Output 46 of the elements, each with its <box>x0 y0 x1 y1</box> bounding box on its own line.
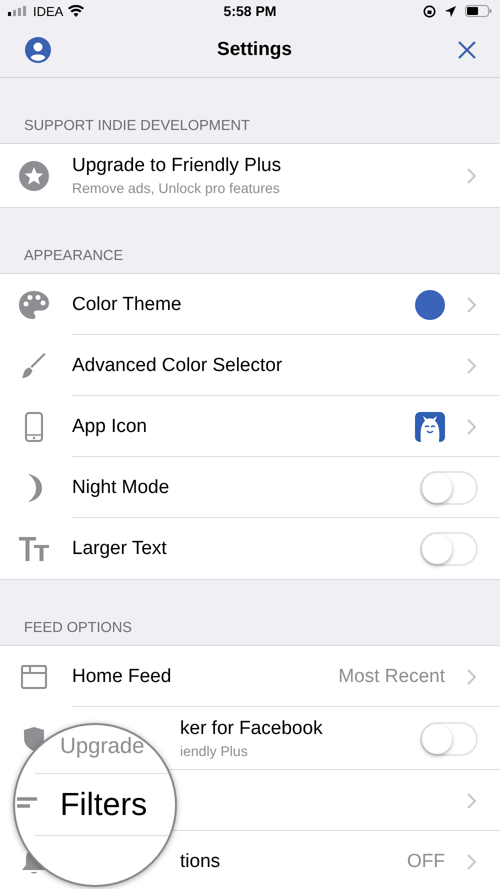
section-header: FEED OPTIONS <box>24 620 132 636</box>
row-title[interactable]: Color Theme <box>72 294 182 316</box>
row-title[interactable]: Night Mode <box>72 476 170 498</box>
battery-icon <box>464 5 492 17</box>
chevron-icon <box>467 418 476 434</box>
chevron-icon <box>467 668 476 684</box>
section-header: APPEARANCE <box>24 248 124 264</box>
app-icon <box>415 412 445 442</box>
rotation-lock-icon <box>422 4 436 18</box>
magnified-text: Filters <box>60 786 148 823</box>
row-title[interactable]: Larger Text <box>72 538 167 560</box>
chevron-icon <box>467 296 476 312</box>
row-title[interactable]: ker for Facebook <box>180 718 323 740</box>
palette-icon <box>19 290 49 318</box>
chevron-icon <box>467 358 476 374</box>
location-icon <box>444 6 456 16</box>
brush-icon <box>21 352 47 378</box>
row-title[interactable]: App Icon <box>72 416 147 438</box>
row-title[interactable]: Home Feed <box>72 666 172 688</box>
row-title[interactable]: Upgrade to Friendly Plus <box>72 155 282 177</box>
row-subtitle: iendly Plus <box>180 743 248 759</box>
browser-window-icon <box>21 664 47 688</box>
section-header: SUPPORT INDIE DEVELOPMENT <box>24 118 250 134</box>
phone-icon <box>25 412 43 442</box>
wifi-icon <box>68 5 84 17</box>
chevron-icon <box>467 792 476 808</box>
toggle-switch[interactable] <box>420 722 478 756</box>
row-title[interactable]: tions <box>180 850 220 872</box>
magnified-text: Upgrade <box>60 733 144 759</box>
profile-icon[interactable] <box>25 36 51 62</box>
row-value: Most Recent <box>338 666 445 688</box>
filter-icon <box>17 797 37 808</box>
chevron-icon <box>467 854 476 870</box>
nav-title: Settings <box>217 38 292 60</box>
shield-icon <box>24 726 44 750</box>
toggle-switch[interactable] <box>420 532 478 566</box>
row-title[interactable]: Advanced Color Selector <box>72 354 282 376</box>
signal-icon <box>8 6 28 16</box>
chevron-icon <box>467 168 476 184</box>
toggle-switch[interactable] <box>420 470 478 504</box>
row-subtitle: Remove ads, Unlock pro features <box>72 180 280 196</box>
text-size-icon <box>19 536 49 560</box>
close-icon[interactable] <box>458 40 476 58</box>
carrier-name: IDEA <box>33 4 64 18</box>
row-value: OFF <box>407 850 445 872</box>
status-time: 5:58 PM <box>224 3 276 19</box>
